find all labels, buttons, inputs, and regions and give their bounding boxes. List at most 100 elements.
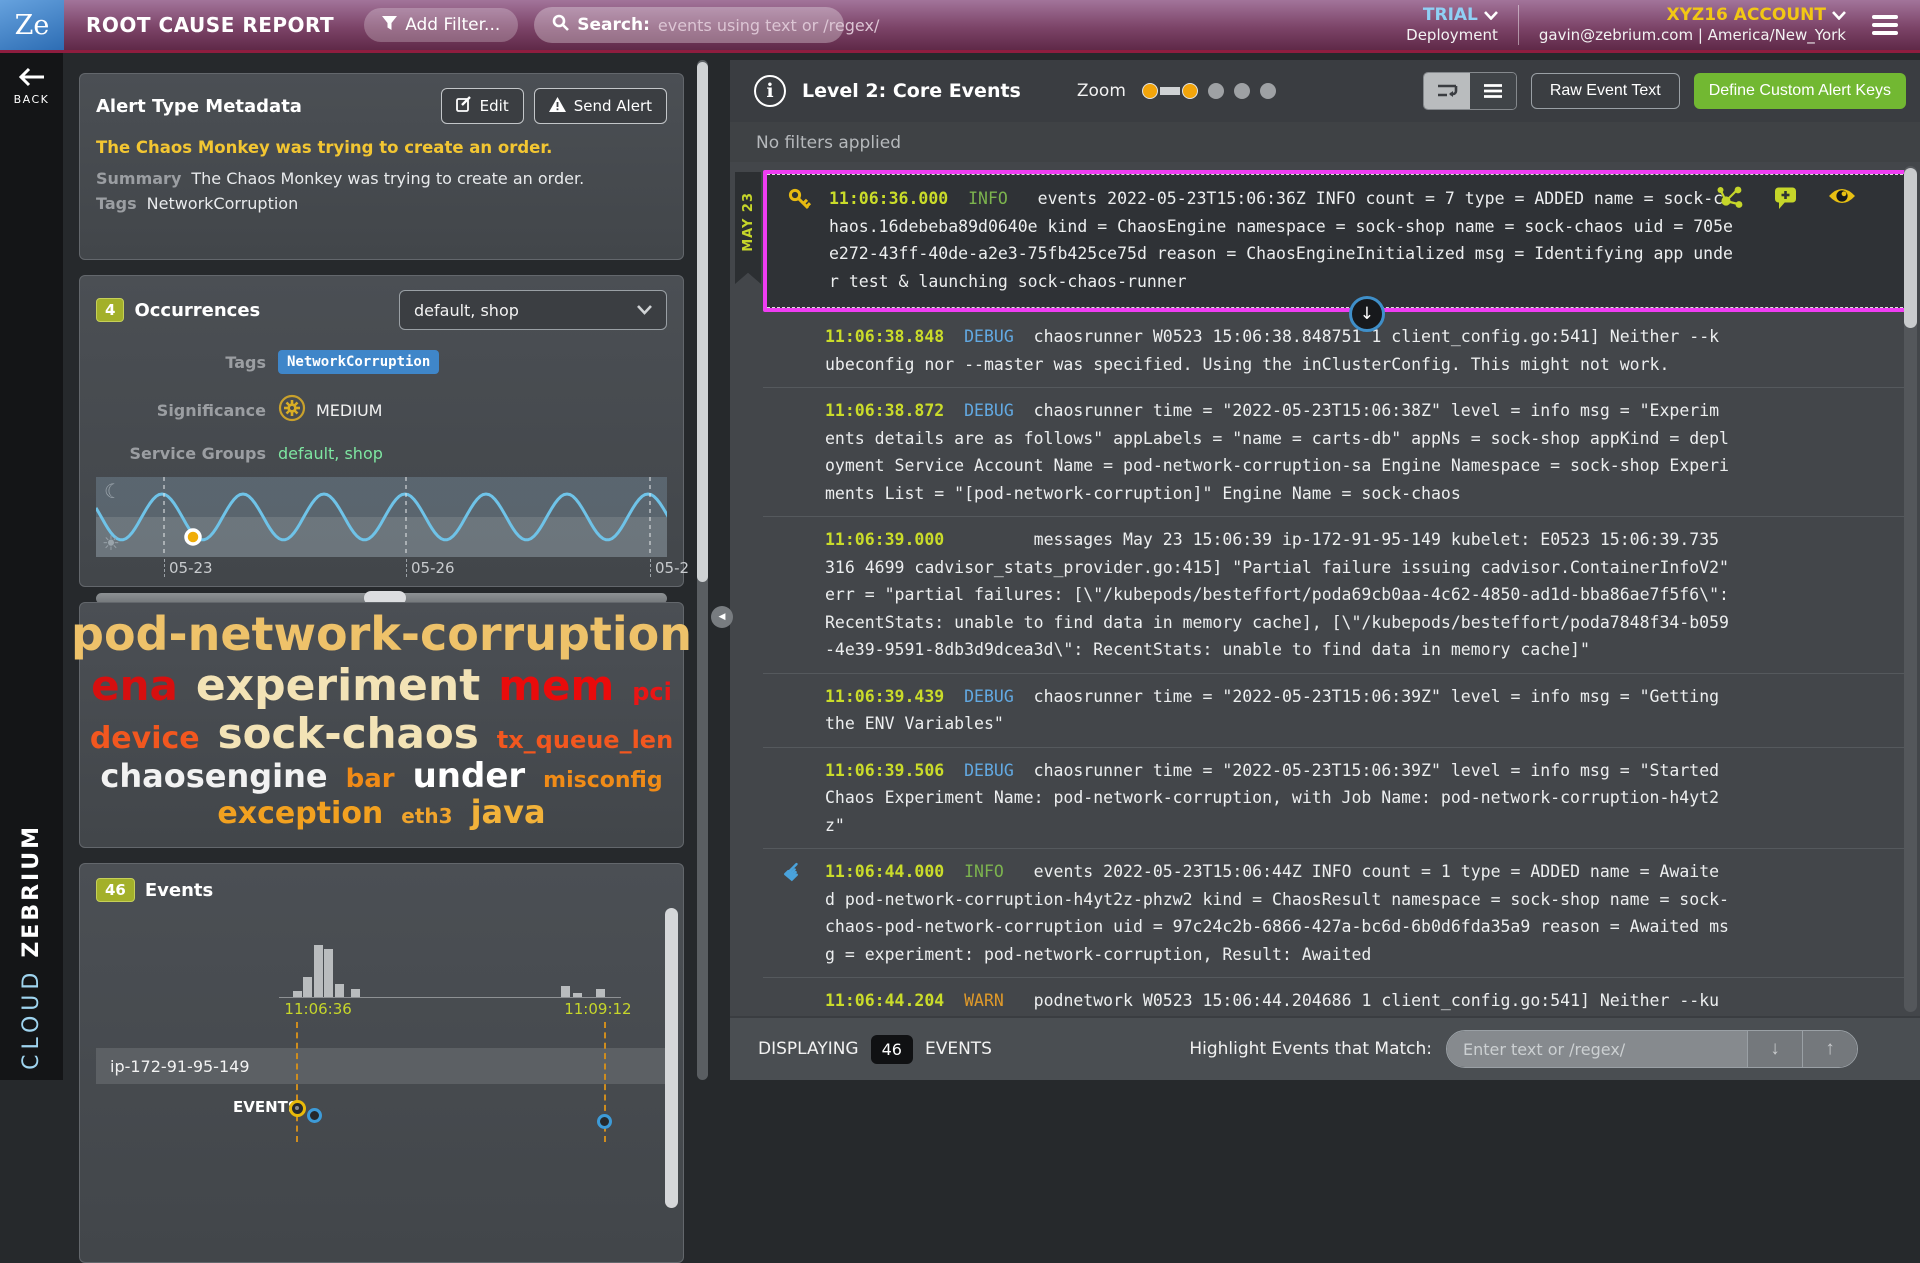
zoom-level-dot[interactable] bbox=[1260, 83, 1276, 99]
highlight-next-button[interactable]: ↑ bbox=[1802, 1031, 1857, 1067]
define-custom-alert-keys-button[interactable]: Define Custom Alert Keys bbox=[1694, 73, 1906, 109]
service-groups-label: Service Groups bbox=[96, 444, 266, 463]
wrap-text-icon bbox=[1436, 82, 1458, 100]
add-filter-button[interactable]: Add Filter... bbox=[364, 8, 518, 42]
collapse-panel-handle[interactable]: ◀ bbox=[711, 606, 733, 628]
cloud-word[interactable]: under bbox=[413, 757, 526, 795]
chevron-down-icon bbox=[637, 305, 652, 315]
alert-metadata-panel: Alert Type Metadata Edit Send Alert The … bbox=[79, 73, 684, 260]
cloud-word[interactable]: eth3 bbox=[401, 805, 452, 827]
log-event-row[interactable]: 11:06:44.204 WARN podnetwork W0523 15:06… bbox=[763, 977, 1904, 1016]
histogram-labels: 11:06:3611:09:12 bbox=[96, 998, 667, 1022]
annotate-add-icon[interactable] bbox=[1773, 186, 1798, 214]
cloud-word[interactable]: tx_queue_len bbox=[497, 727, 673, 754]
search-input[interactable]: Search: events using text or /regex/ bbox=[534, 7, 844, 43]
service-group-dropdown[interactable]: default, shop bbox=[399, 290, 667, 330]
log-event-row[interactable]: 11:06:39.000 messages May 23 15:06:39 ip… bbox=[763, 516, 1904, 673]
log-event-icon-cell bbox=[767, 185, 829, 295]
level-title: Level 2: Core Events bbox=[802, 80, 1021, 102]
highlight-input[interactable] bbox=[1447, 1031, 1747, 1067]
account-selector[interactable]: XYZ16 ACCOUNT gavin@zebrium.com | Americ… bbox=[1539, 5, 1846, 45]
highlight-pill: ↓ ↑ bbox=[1446, 1030, 1858, 1068]
date-tab: MAY 23 bbox=[735, 172, 761, 284]
edit-button[interactable]: Edit bbox=[441, 88, 524, 124]
occurrence-count-badge: 4 bbox=[96, 298, 124, 322]
cloud-word[interactable]: chaosengine bbox=[100, 759, 327, 795]
log-level: INFO bbox=[964, 862, 1034, 881]
zoom-level-dot[interactable] bbox=[1234, 83, 1250, 99]
structured-view-button[interactable] bbox=[1424, 73, 1470, 109]
chevron-down-icon bbox=[1484, 5, 1498, 25]
deployment-selector[interactable]: TRIAL Deployment bbox=[1406, 5, 1498, 45]
panel-scrollbar-thumb[interactable] bbox=[665, 908, 678, 1208]
events-panel: 46 Events 11:06:3611:09:12 ip-172-91-95-… bbox=[79, 863, 684, 1263]
histogram-time-label: 11:09:12 bbox=[564, 1000, 631, 1018]
cloud-word[interactable]: device bbox=[90, 722, 200, 756]
log-event-icon-cell bbox=[763, 323, 825, 378]
view-eye-icon[interactable] bbox=[1828, 186, 1856, 214]
selected-event-box[interactable]: 11:06:36.000 INFO events 2022-05-23T15:0… bbox=[763, 170, 1912, 312]
send-alert-button[interactable]: Send Alert bbox=[534, 88, 667, 124]
timeline-tick-label: 05-26 bbox=[406, 559, 455, 577]
raw-event-text-button[interactable]: Raw Event Text bbox=[1531, 73, 1680, 109]
event-marker[interactable] bbox=[307, 1108, 322, 1123]
core-events-panel: i Level 2: Core Events Zoom Raw Event Te… bbox=[730, 60, 1920, 1080]
cloud-word[interactable]: bar bbox=[346, 765, 395, 794]
highlight-prev-button[interactable]: ↓ bbox=[1747, 1031, 1802, 1067]
occurrence-timeline-chart[interactable]: ☾ ☀ bbox=[96, 477, 667, 557]
event-list-scrollbar[interactable] bbox=[1904, 166, 1917, 1012]
scrollbar-thumb[interactable] bbox=[1904, 168, 1917, 328]
list-view-button[interactable] bbox=[1470, 73, 1516, 109]
log-event-row[interactable]: 11:06:39.439 DEBUG chaosrunner time = "2… bbox=[763, 673, 1904, 747]
moon-icon: ☾ bbox=[104, 479, 122, 503]
log-event-row[interactable]: 11:06:38.872 DEBUG chaosrunner time = "2… bbox=[763, 387, 1904, 516]
cloud-word[interactable]: sock-chaos bbox=[218, 710, 479, 757]
cloud-word[interactable]: java bbox=[471, 795, 546, 831]
log-event-text: 11:06:38.848 DEBUG chaosrunner W0523 15:… bbox=[825, 323, 1729, 378]
cloud-word[interactable]: ena bbox=[91, 662, 178, 709]
alert-title: The Chaos Monkey was trying to create an… bbox=[96, 138, 667, 157]
report-sidebar: Alert Type Metadata Edit Send Alert The … bbox=[63, 53, 696, 1080]
event-marker[interactable] bbox=[597, 1114, 612, 1129]
scrollbar-thumb[interactable] bbox=[697, 62, 708, 582]
tag-badge[interactable]: NetworkCorruption bbox=[278, 350, 439, 374]
log-event-row[interactable]: 11:06:39.506 DEBUG chaosrunner time = "2… bbox=[763, 747, 1904, 849]
zebrium-logo[interactable]: Ze bbox=[0, 0, 64, 50]
back-button[interactable]: BACK bbox=[0, 67, 63, 106]
significance-medal-icon bbox=[278, 394, 306, 426]
selected-event-marker[interactable] bbox=[289, 1100, 306, 1117]
info-icon[interactable]: i bbox=[754, 75, 786, 107]
zoom-level-dot[interactable] bbox=[1142, 83, 1158, 99]
log-event-icon-cell bbox=[763, 987, 825, 1016]
tags-label: Tags bbox=[96, 353, 266, 372]
zoom-dots bbox=[1142, 83, 1276, 99]
timeline-tick-label: 05-23 bbox=[164, 559, 213, 577]
event-list: 11:06:36.000 INFO events 2022-05-23T15:0… bbox=[763, 162, 1904, 1016]
hamburger-menu-icon[interactable] bbox=[1872, 11, 1898, 40]
cloud-word[interactable]: experiment bbox=[196, 661, 480, 710]
filter-funnel-icon bbox=[382, 15, 397, 35]
left-column-scrollbar[interactable] bbox=[697, 60, 708, 1080]
host-row[interactable]: ip-172-91-95-149 bbox=[96, 1048, 667, 1084]
cloud-word[interactable]: pod-network-corruption bbox=[71, 609, 692, 661]
cloud-word[interactable]: misconfig bbox=[543, 769, 662, 794]
expand-selection-handle[interactable]: ↓ bbox=[1349, 296, 1385, 332]
sun-icon: ☀ bbox=[102, 531, 120, 555]
cloud-word[interactable]: pci bbox=[632, 679, 672, 706]
events-histogram[interactable] bbox=[96, 902, 667, 998]
log-event-icon-cell bbox=[763, 526, 825, 664]
log-level bbox=[964, 530, 1034, 549]
log-event-row[interactable]: ☛11:06:44.000 INFO events 2022-05-23T15:… bbox=[763, 848, 1904, 977]
cloud-word[interactable]: exception bbox=[217, 797, 383, 831]
cloud-word[interactable]: mem bbox=[498, 662, 614, 709]
log-event-row[interactable]: 11:06:38.848 DEBUG chaosrunner W0523 15:… bbox=[763, 314, 1904, 387]
log-level: DEBUG bbox=[964, 687, 1034, 706]
event-actions bbox=[1717, 186, 1856, 214]
page-title: ROOT CAUSE REPORT bbox=[86, 13, 334, 37]
log-level: INFO bbox=[968, 189, 1038, 208]
event-markers: EVENTS bbox=[96, 1084, 667, 1144]
zoom-level-dot[interactable] bbox=[1208, 83, 1224, 99]
zoom-level-dot[interactable] bbox=[1182, 83, 1198, 99]
topology-icon[interactable] bbox=[1717, 186, 1743, 214]
displayed-count-badge: 46 bbox=[871, 1035, 913, 1064]
